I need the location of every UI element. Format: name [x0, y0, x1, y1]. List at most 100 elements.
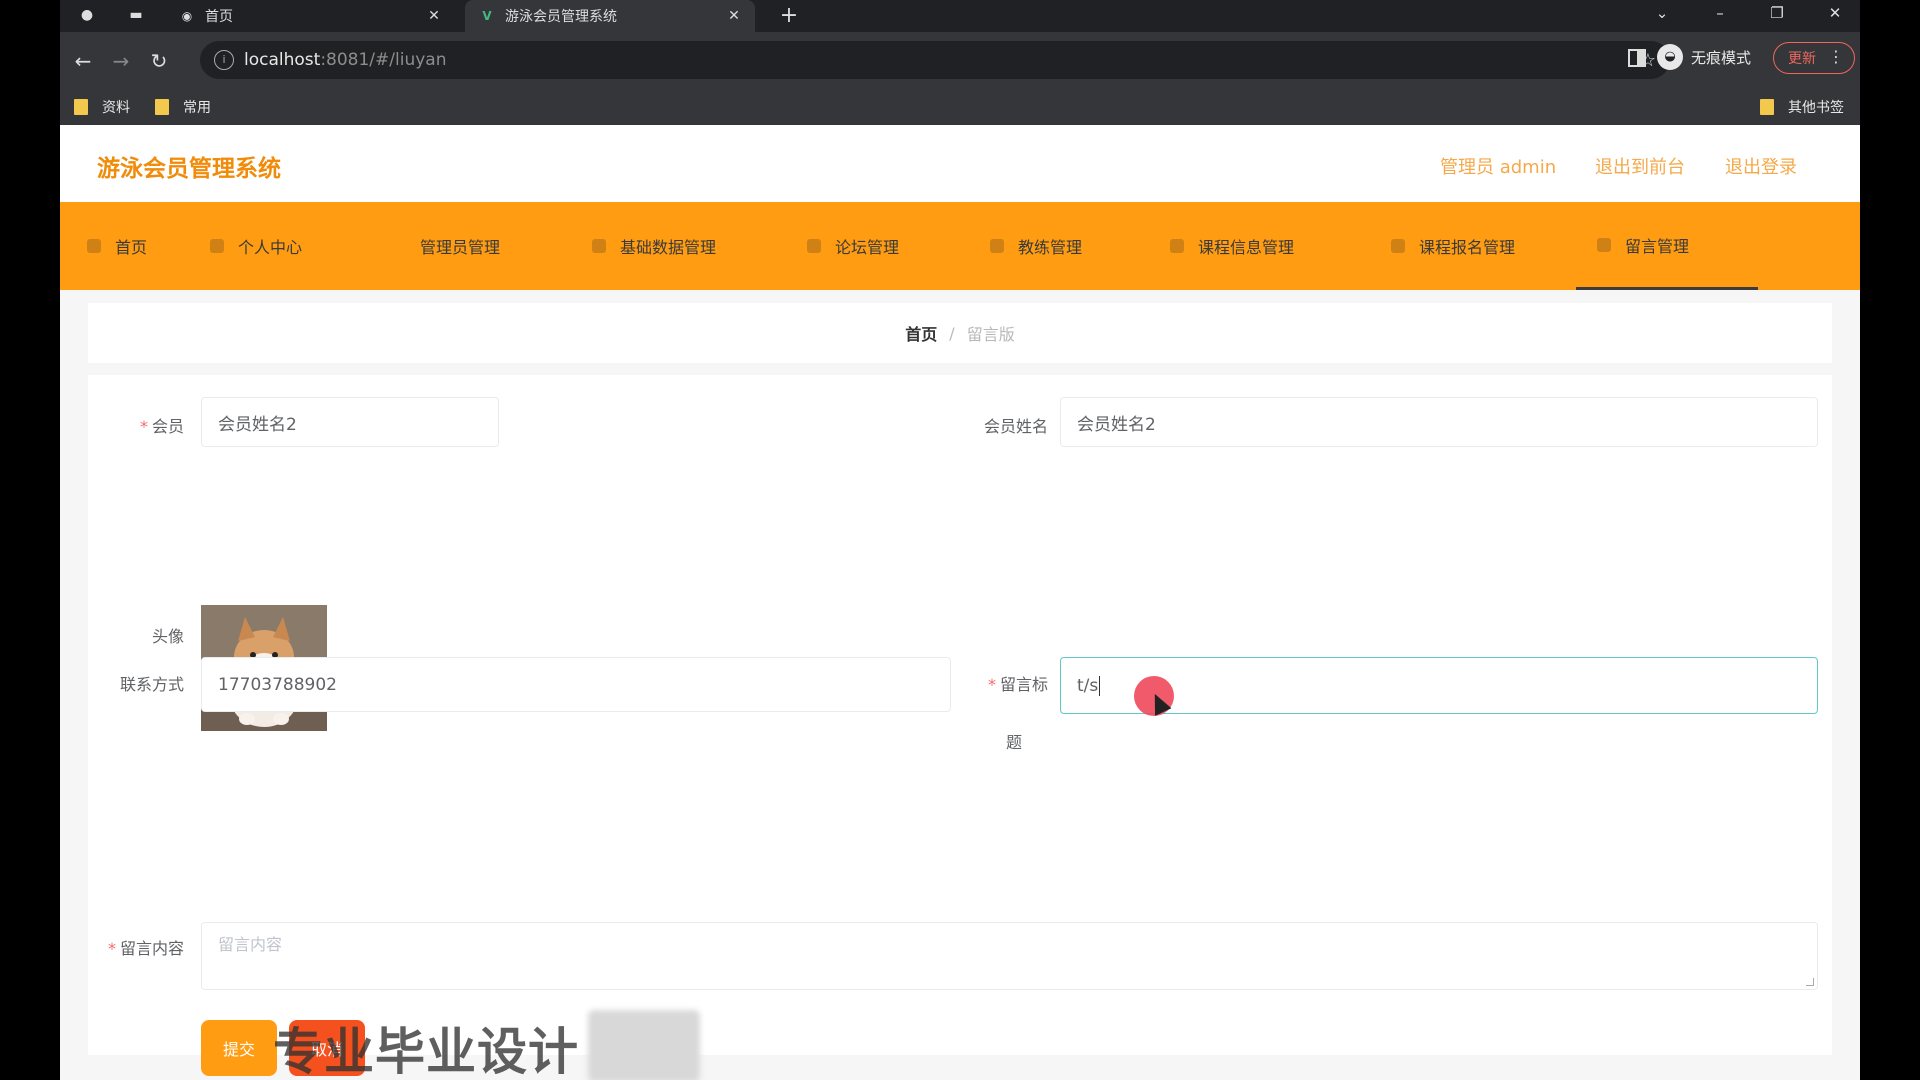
close-icon[interactable]: ✕ [423, 8, 445, 24]
folder-icon [155, 99, 169, 115]
breadcrumb: 首页 / 留言版 [88, 303, 1832, 363]
menu-label: 课程信息管理 [1198, 238, 1295, 257]
menu-label: 教练管理 [1018, 238, 1083, 257]
signup-icon [1391, 239, 1405, 253]
close-window-icon[interactable]: ✕ [1820, 4, 1850, 22]
address-bar[interactable]: i localhost:8081/#/liuyan ☆ [200, 41, 1670, 79]
content-label: * 留言内容 [107, 939, 184, 958]
message-title-label: * 留言标 [987, 675, 1048, 694]
other-bookmarks[interactable]: 其他书签 [1760, 97, 1844, 117]
message-title-label-line2: 题 [1005, 733, 1022, 752]
phone-label: 联系方式 [119, 675, 184, 694]
screen: ● ▬ ◉ 首页 ✕ V 游泳会员管理系统 ✕ + ⌄ – ❐ ✕ ← → ↻ … [0, 0, 1920, 1080]
browser-toolbar: ← → ↻ i localhost:8081/#/liuyan ☆ ◒ 无痕模式… [60, 32, 1860, 88]
tab-search-icon[interactable]: ▬ [126, 5, 146, 25]
message-title-input[interactable]: t/s [1060, 657, 1818, 714]
forward-arrow-icon[interactable]: → [108, 48, 134, 74]
member-value: 会员姓名2 [218, 414, 297, 435]
tab-swim-system[interactable]: V 游泳会员管理系统 ✕ [465, 0, 755, 32]
menu-label: 管理员管理 [420, 238, 501, 257]
user-icon [210, 239, 224, 253]
coach-icon [990, 239, 1004, 253]
menu-item-message[interactable]: 留言管理 [1576, 202, 1758, 290]
message-form: * 会员 会员姓名2 会员姓名 会员姓名2 头像 联系方式 1770378890… [88, 375, 1832, 1080]
member-label: * 会员 [139, 417, 184, 436]
menu-item-course-info[interactable]: 课程信息管理 [1170, 202, 1294, 290]
menu-item-personal-center[interactable]: 个人中心 [210, 202, 302, 290]
bookmark-label: 资料 [102, 100, 130, 116]
menu-item-basic-data[interactable]: 基础数据管理 [592, 202, 716, 290]
incognito-label: 无痕模式 [1691, 48, 1752, 67]
reload-icon[interactable]: ↻ [146, 48, 172, 74]
url-host: localhost [244, 50, 321, 70]
incognito-indicator[interactable]: ◒ 无痕模式 [1657, 44, 1751, 70]
app-title: 游泳会员管理系统 [97, 156, 281, 182]
browser-window: ● ▬ ◉ 首页 ✕ V 游泳会员管理系统 ✕ + ⌄ – ❐ ✕ ← → ↻ … [60, 0, 1860, 125]
url-text: localhost:8081/#/liuyan [244, 50, 446, 70]
member-name-field[interactable]: 会员姓名2 [1060, 397, 1818, 447]
menu-label: 留言管理 [1625, 236, 1690, 256]
phone-value: 17703788902 [218, 674, 337, 695]
exit-to-front-link[interactable]: 退出到前台 [1595, 153, 1685, 179]
menu-label: 课程报名管理 [1419, 238, 1516, 257]
close-icon[interactable]: ✕ [723, 8, 745, 24]
watermark-text: 专业毕业设计 [273, 1023, 579, 1080]
tab-strip: ● ▬ ◉ 首页 ✕ V 游泳会员管理系统 ✕ + ⌄ – ❐ ✕ [60, 0, 1860, 32]
tab-list-chevron-icon[interactable]: ⌄ [1647, 4, 1677, 22]
breadcrumb-separator: / [949, 323, 955, 343]
bookmark-folder-changyong[interactable]: 常用 [155, 97, 211, 117]
app-header: 游泳会员管理系统 管理员 admin 退出到前台 退出登录 [60, 125, 1860, 202]
logout-link[interactable]: 退出登录 [1725, 153, 1797, 179]
text-caret [1099, 675, 1101, 696]
back-arrow-icon[interactable]: ← [70, 48, 96, 74]
page: 游泳会员管理系统 管理员 admin 退出到前台 退出登录 首页 个人中心 管理… [60, 125, 1860, 1080]
menu-item-coach[interactable]: 教练管理 [990, 202, 1082, 290]
course-icon [1170, 239, 1184, 253]
site-info-icon[interactable]: i [214, 50, 234, 70]
incognito-icon: ◒ [1657, 44, 1683, 70]
member-name-value: 会员姓名2 [1077, 414, 1156, 435]
update-button[interactable]: 更新 ⋮ [1773, 42, 1855, 74]
browser-globe-icon[interactable]: ● [77, 5, 97, 25]
content-placeholder: 留言内容 [218, 935, 283, 954]
menu-item-home[interactable]: 首页 [87, 202, 147, 290]
breadcrumb-home[interactable]: 首页 [905, 321, 937, 345]
menu-item-admin-management[interactable]: 管理员管理 [392, 202, 500, 290]
message-content-textarea[interactable]: 留言内容 [201, 922, 1818, 990]
resize-handle[interactable] [1806, 978, 1814, 986]
vue-icon: V [482, 9, 492, 23]
admin-user-link[interactable]: 管理员 admin [1440, 153, 1556, 179]
member-name-label: 会员姓名 [983, 417, 1048, 436]
phone-field[interactable]: 17703788902 [201, 657, 951, 712]
avatar-label: 头像 [151, 627, 184, 646]
new-tab-button[interactable]: + [776, 3, 802, 29]
update-label: 更新 [1788, 51, 1816, 67]
url-path: :8081/#/liuyan [320, 50, 447, 70]
menu-label: 论坛管理 [835, 238, 900, 257]
home-icon [87, 239, 101, 253]
menu-label: 首页 [115, 238, 148, 257]
tab-title: 游泳会员管理系统 [505, 9, 617, 25]
restore-icon[interactable]: ❐ [1762, 4, 1792, 22]
main-menu: 首页 个人中心 管理员管理 基础数据管理 论坛管理 教练管理 课程信息管理 课程… [60, 202, 1860, 290]
menu-label: 个人中心 [238, 238, 303, 257]
folder-icon [74, 99, 88, 115]
more-menu-icon[interactable]: ⋮ [1828, 47, 1844, 66]
message-icon [1597, 237, 1611, 252]
submit-button[interactable]: 提交 [201, 1020, 277, 1076]
globe-icon: ◉ [181, 9, 193, 23]
bookmark-folder-ziliao[interactable]: 资料 [74, 97, 130, 117]
blurred-watermark-region [588, 1010, 700, 1080]
side-panel-icon[interactable] [1628, 49, 1646, 67]
forum-icon [807, 239, 821, 253]
menu-item-course-signup[interactable]: 课程报名管理 [1391, 202, 1515, 290]
menu-item-forum[interactable]: 论坛管理 [807, 202, 899, 290]
menu-label: 基础数据管理 [620, 238, 717, 257]
member-select[interactable]: 会员姓名2 [201, 397, 499, 447]
tab-home[interactable]: ◉ 首页 ✕ [165, 0, 455, 32]
bookmark-label: 其他书签 [1788, 100, 1844, 116]
minimize-icon[interactable]: – [1705, 4, 1735, 22]
bookmarks-bar: 资料 常用 其他书签 [60, 88, 1860, 125]
message-title-value: t/s [1077, 675, 1099, 696]
data-icon [592, 239, 606, 253]
